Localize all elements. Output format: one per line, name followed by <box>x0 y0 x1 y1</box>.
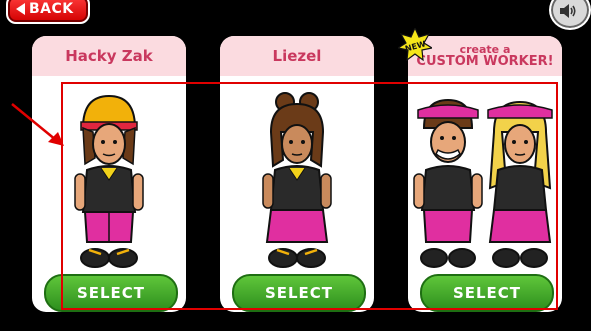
card-header: Hacky Zak <box>32 36 186 76</box>
card-title: Hacky Zak <box>65 47 153 65</box>
card-header: Liezel <box>220 36 374 76</box>
back-arrow-icon <box>16 3 25 15</box>
new-badge: NEW <box>398 28 432 62</box>
back-label: BACK <box>29 1 74 17</box>
card-title: Liezel <box>272 47 322 65</box>
pointer-arrow-icon <box>11 103 64 146</box>
highlight-box <box>61 82 558 310</box>
speaker-icon <box>560 4 576 18</box>
sound-toggle-button[interactable] <box>549 0 591 30</box>
back-button[interactable]: BACK <box>6 0 90 24</box>
card-title-line2: CUSTOM WORKER! <box>416 54 554 69</box>
